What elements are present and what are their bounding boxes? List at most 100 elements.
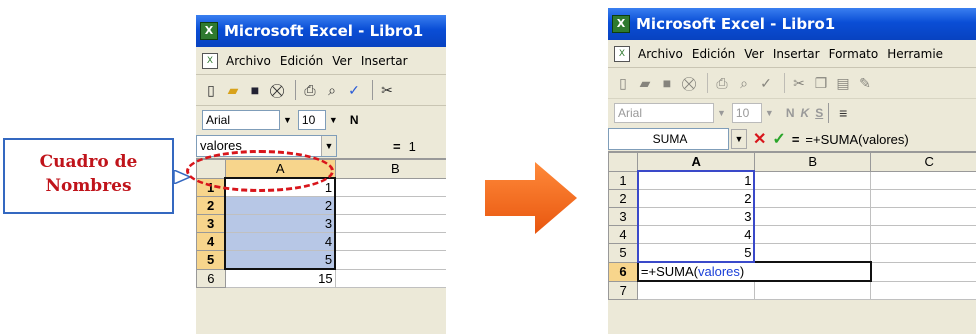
row-header[interactable]: 5 [608, 243, 639, 263]
permission-icon[interactable]: ⛒ [268, 81, 286, 99]
cut-icon[interactable]: ✂ [378, 81, 396, 99]
menu-ver[interactable]: Ver [332, 54, 352, 68]
cell-c5[interactable] [870, 243, 976, 263]
chevron-down-icon[interactable]: ▼ [731, 129, 747, 149]
row-header[interactable]: 7 [608, 280, 639, 300]
menu-insertar[interactable]: Insertar [773, 47, 820, 61]
cancel-icon[interactable]: ✕ [753, 129, 766, 149]
menu-ver[interactable]: Ver [744, 47, 764, 61]
cell-c3[interactable] [870, 207, 976, 226]
cell-b5[interactable] [334, 250, 446, 270]
save-icon[interactable]: ■ [658, 74, 676, 92]
chevron-down-icon[interactable]: ▼ [765, 108, 774, 118]
row-header[interactable]: 3 [608, 207, 639, 226]
cell-a4[interactable]: 4 [224, 232, 337, 251]
cell-b4[interactable] [753, 225, 872, 244]
chevron-down-icon[interactable]: ▼ [283, 115, 292, 125]
menu-insertar[interactable]: Insertar [361, 54, 408, 68]
title-bar[interactable]: X Microsoft Excel - Libro1 [608, 8, 976, 40]
chevron-down-icon[interactable]: ▼ [717, 108, 726, 118]
excel-icon[interactable]: X [614, 45, 630, 62]
cell-b5[interactable] [753, 243, 872, 263]
chevron-down-icon[interactable]: ▼ [321, 136, 336, 156]
italic-button[interactable]: K [801, 106, 810, 120]
new-icon[interactable]: ▯ [614, 74, 632, 92]
menu-herramientas[interactable]: Herramie [887, 47, 943, 61]
cell-b6[interactable] [334, 268, 446, 288]
menu-archivo[interactable]: Archivo [638, 47, 683, 61]
cell-a6-editing[interactable]: =+SUMA(valores) [636, 261, 872, 282]
open-icon[interactable]: ▰ [224, 81, 242, 99]
title-bar[interactable]: X Microsoft Excel - Libro1 [196, 15, 446, 47]
font-size-select[interactable]: 10 [297, 110, 326, 130]
cell-c4[interactable] [870, 225, 976, 244]
row-header[interactable]: 4 [196, 232, 226, 251]
row-header[interactable]: 1 [608, 170, 639, 190]
formula-preview[interactable]: 1 [409, 139, 416, 154]
name-box[interactable]: SUMA [608, 128, 729, 150]
row-header[interactable]: 2 [196, 196, 226, 215]
column-header-b[interactable]: B [753, 152, 872, 172]
permission-icon[interactable]: ⛒ [680, 74, 698, 92]
cell-a5[interactable]: 5 [636, 243, 756, 263]
print-icon[interactable]: ⎙ [713, 74, 731, 92]
format-painter-icon[interactable]: ✎ [856, 74, 874, 92]
cell-a2[interactable]: 2 [636, 189, 756, 208]
menu-archivo[interactable]: Archivo [226, 54, 271, 68]
row-header[interactable]: 6 [196, 268, 226, 288]
font-size-select[interactable]: 10 [731, 103, 762, 123]
cell-c2[interactable] [870, 189, 976, 208]
column-header-b[interactable]: B [334, 159, 446, 179]
font-name-select[interactable]: Arial [614, 103, 714, 123]
cell-b1[interactable] [334, 177, 446, 197]
open-icon[interactable]: ▰ [636, 74, 654, 92]
font-name-select[interactable]: Arial [202, 110, 280, 130]
cell-b1[interactable] [753, 170, 872, 190]
cell-a7[interactable] [637, 280, 755, 300]
row-header[interactable]: 6 [608, 261, 639, 282]
new-icon[interactable]: ▯ [202, 81, 220, 99]
row-header[interactable]: 5 [196, 250, 226, 270]
copy-icon[interactable]: ❐ [812, 74, 830, 92]
align-left-icon[interactable]: ≡ [834, 104, 852, 122]
row-header[interactable]: 4 [608, 225, 639, 244]
cell-c7[interactable] [870, 280, 976, 300]
cell-a3[interactable]: 3 [636, 207, 756, 226]
cell-b4[interactable] [334, 232, 446, 251]
cell-b3[interactable] [334, 214, 446, 233]
cut-icon[interactable]: ✂ [790, 74, 808, 92]
cell-a1[interactable]: 1 [636, 170, 756, 190]
chevron-down-icon[interactable]: ▼ [329, 115, 338, 125]
menu-formato[interactable]: Formato [829, 47, 879, 61]
cell-a3[interactable]: 3 [224, 214, 337, 233]
spelling-icon[interactable]: ✓ [345, 81, 363, 99]
print-preview-icon[interactable]: ⌕ [735, 74, 753, 92]
cell-a2[interactable]: 2 [224, 196, 337, 215]
column-header-a[interactable]: A [637, 152, 755, 172]
cell-a5[interactable]: 5 [224, 250, 337, 270]
enter-icon[interactable]: ✓ [772, 129, 785, 149]
save-icon[interactable]: ■ [246, 81, 264, 99]
select-all-corner[interactable] [608, 152, 639, 172]
cell-a4[interactable]: 4 [636, 225, 756, 244]
underline-button[interactable]: S [815, 106, 823, 120]
excel-icon[interactable]: X [202, 52, 218, 69]
cell-c6[interactable] [870, 261, 976, 282]
spelling-icon[interactable]: ✓ [757, 74, 775, 92]
formula-input[interactable]: =+SUMA(valores) [805, 132, 908, 147]
bold-button[interactable]: N [786, 106, 795, 120]
bold-button[interactable]: N [350, 113, 359, 127]
menu-edicion[interactable]: Edición [280, 54, 323, 68]
cell-b7[interactable] [753, 280, 872, 300]
cell-b2[interactable] [753, 189, 872, 208]
paste-icon[interactable]: ▤ [834, 74, 852, 92]
row-header[interactable]: 2 [608, 189, 639, 208]
cell-b3[interactable] [753, 207, 872, 226]
menu-edicion[interactable]: Edición [692, 47, 735, 61]
print-preview-icon[interactable]: ⌕ [323, 81, 341, 99]
column-header-c[interactable]: C [870, 152, 976, 172]
cell-b2[interactable] [334, 196, 446, 215]
cell-a6[interactable]: 15 [224, 268, 336, 288]
row-header[interactable]: 3 [196, 214, 226, 233]
cell-c1[interactable] [870, 170, 976, 190]
